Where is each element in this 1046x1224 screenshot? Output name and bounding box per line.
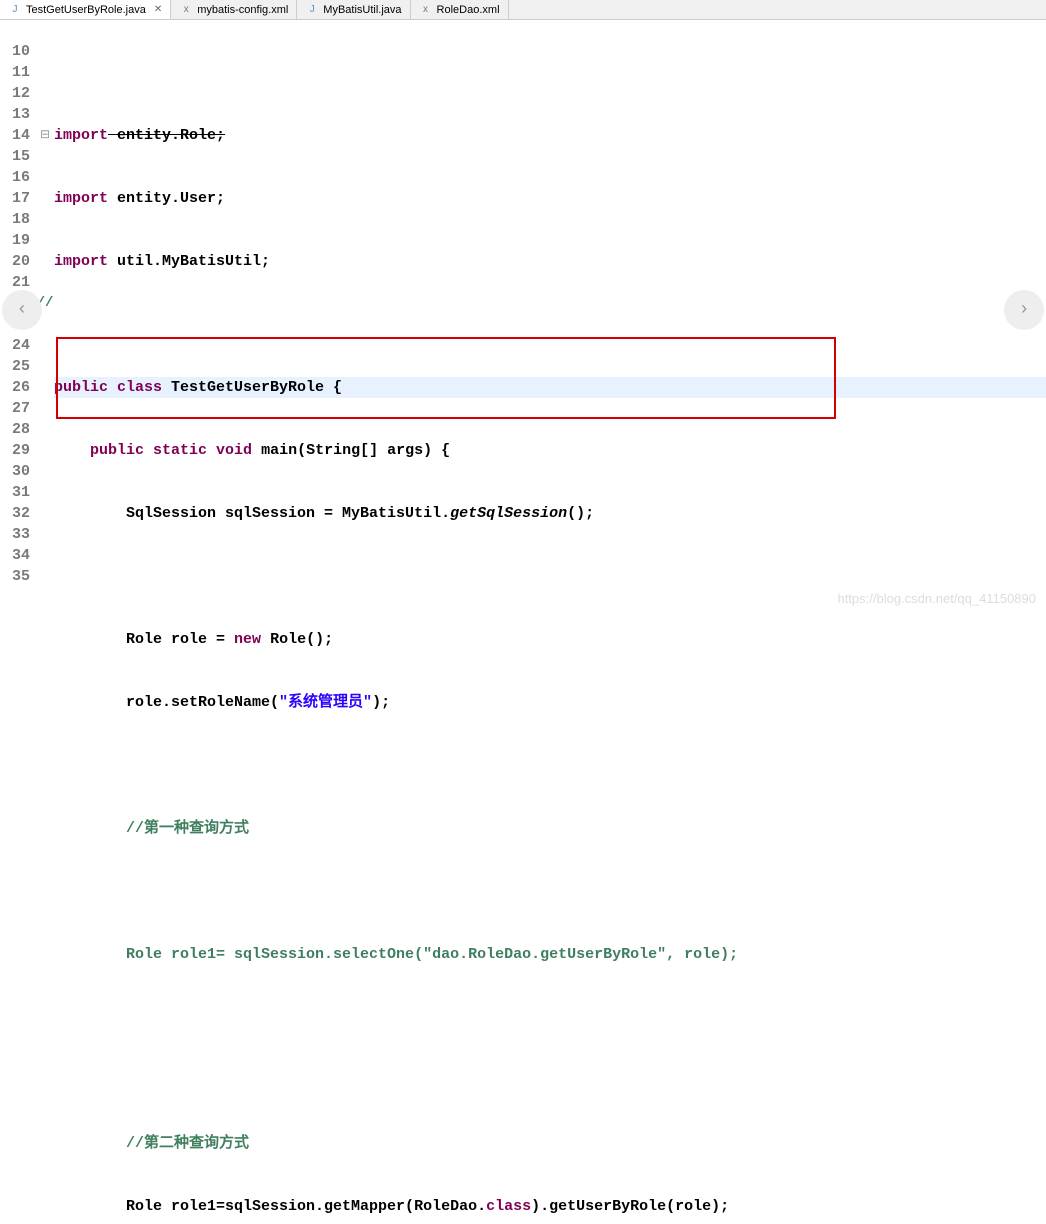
line-number: 27 xyxy=(0,398,30,419)
code-line xyxy=(54,1070,1046,1091)
code-line: import entity.Role; xyxy=(54,125,1046,146)
code-line xyxy=(54,566,1046,587)
next-arrow[interactable]: › xyxy=(1004,290,1044,330)
line-number: 20 xyxy=(0,251,30,272)
code-line: role.setRoleName("系统管理员"); xyxy=(54,692,1046,713)
java-file-icon: J xyxy=(305,3,319,17)
line-number: 11 xyxy=(0,62,30,83)
xml-file-icon: x xyxy=(419,3,433,17)
tab-mybatis-config[interactable]: x mybatis-config.xml xyxy=(171,0,297,19)
line-number: 33 xyxy=(0,524,30,545)
line-number: 35 xyxy=(0,566,30,587)
chevron-right-icon: › xyxy=(1019,300,1030,320)
tab-label: RoleDao.xml xyxy=(437,4,500,16)
line-number: 12 xyxy=(0,83,30,104)
code-line xyxy=(54,755,1046,776)
code-area[interactable]: import entity.Role; import entity.User; … xyxy=(54,20,1046,612)
tab-testgetuserbyrole[interactable]: J TestGetUserByRole.java ✕ xyxy=(0,0,171,19)
line-number: 28 xyxy=(0,419,30,440)
tab-mybatisutil[interactable]: J MyBatisUtil.java xyxy=(297,0,410,19)
code-line: import entity.User; xyxy=(54,188,1046,209)
prev-arrow[interactable]: ‹ xyxy=(2,290,42,330)
tab-label: MyBatisUtil.java xyxy=(323,4,401,16)
code-line: //第一种查询方式 xyxy=(54,818,1046,839)
code-line: import util.MyBatisUtil; xyxy=(54,251,1046,272)
line-number: 17 xyxy=(0,188,30,209)
tab-label: mybatis-config.xml xyxy=(197,4,288,16)
java-file-icon: J xyxy=(8,3,22,17)
fold-icon[interactable]: ⊟ xyxy=(36,125,54,146)
code-line xyxy=(54,314,1046,335)
code-line: Role role1= sqlSession.selectOne("dao.Ro… xyxy=(54,944,1046,965)
code-line xyxy=(54,1007,1046,1028)
line-number: 24 xyxy=(0,335,30,356)
line-number xyxy=(0,20,30,41)
code-editor[interactable]: 10 11 12 13 14 15 16 17 18 19 20 21 22 2… xyxy=(0,20,1046,612)
line-number: 29 xyxy=(0,440,30,461)
chevron-left-icon: ‹ xyxy=(17,300,28,320)
line-number: 16 xyxy=(0,167,30,188)
line-number: 13 xyxy=(0,104,30,125)
tab-label: TestGetUserByRole.java xyxy=(26,4,146,16)
code-line: public class TestGetUserByRole { xyxy=(54,377,1046,398)
code-line: SqlSession sqlSession = MyBatisUtil.getS… xyxy=(54,503,1046,524)
line-number: 18 xyxy=(0,209,30,230)
code-line: Role role1=sqlSession.getMapper(RoleDao.… xyxy=(54,1196,1046,1217)
line-number: 14 xyxy=(0,125,30,146)
line-number: 25 xyxy=(0,356,30,377)
code-line: //第二种查询方式 xyxy=(54,1133,1046,1154)
line-number: 15 xyxy=(0,146,30,167)
editor-tabs: J TestGetUserByRole.java ✕ x mybatis-con… xyxy=(0,0,1046,20)
line-number: 10 xyxy=(0,41,30,62)
watermark: https://blog.csdn.net/qq_41150890 xyxy=(837,591,1036,606)
line-number: 30 xyxy=(0,461,30,482)
xml-file-icon: x xyxy=(179,3,193,17)
line-number: 31 xyxy=(0,482,30,503)
close-icon[interactable]: ✕ xyxy=(154,4,162,15)
line-number: 34 xyxy=(0,545,30,566)
code-line: public static void main(String[] args) { xyxy=(54,440,1046,461)
line-number: 26 xyxy=(0,377,30,398)
code-line xyxy=(54,881,1046,902)
code-line: Role role = new Role(); xyxy=(54,629,1046,650)
line-number: 32 xyxy=(0,503,30,524)
tab-roledao[interactable]: x RoleDao.xml xyxy=(411,0,509,19)
line-number: 19 xyxy=(0,230,30,251)
